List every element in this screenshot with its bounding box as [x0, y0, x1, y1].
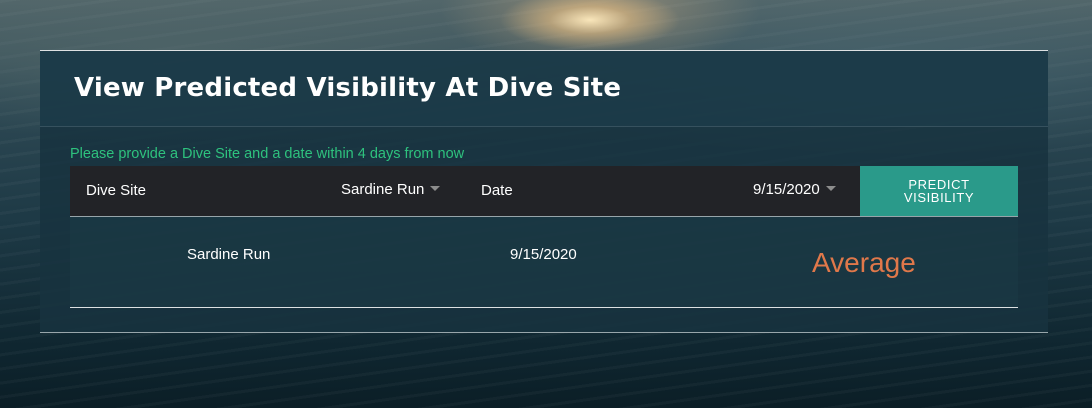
panel-header: View Predicted Visibility At Dive Site	[40, 51, 1048, 127]
date-label: Date	[481, 182, 513, 199]
date-select[interactable]: 9/15/2020	[753, 181, 836, 198]
result-date: 9/15/2020	[510, 246, 577, 263]
date-select-value: 9/15/2020	[753, 181, 820, 198]
chevron-down-icon	[825, 185, 836, 191]
predict-visibility-button[interactable]: PREDICT VISIBILITY	[860, 166, 1018, 216]
dive-site-select-value: Sardine Run	[341, 181, 425, 198]
prediction-result-row: Sardine Run 9/15/2020 Average	[70, 216, 1018, 308]
result-dive-site: Sardine Run	[187, 246, 271, 263]
visibility-panel: View Predicted Visibility At Dive Site P…	[40, 50, 1048, 333]
panel-body: Please provide a Dive Site and a date wi…	[40, 127, 1048, 333]
predict-button-label-line2: VISIBILITY	[903, 190, 975, 205]
dive-site-select[interactable]: Sardine Run	[341, 181, 441, 198]
page-title: View Predicted Visibility At Dive Site	[74, 73, 622, 103]
prediction-form: Dive Site Sardine Run Date 9/15/2020	[70, 166, 860, 216]
result-visibility-rating: Average	[812, 247, 916, 278]
form-hint: Please provide a Dive Site and a date wi…	[70, 146, 465, 162]
chevron-down-icon	[430, 185, 441, 191]
dive-site-label: Dive Site	[86, 182, 147, 199]
